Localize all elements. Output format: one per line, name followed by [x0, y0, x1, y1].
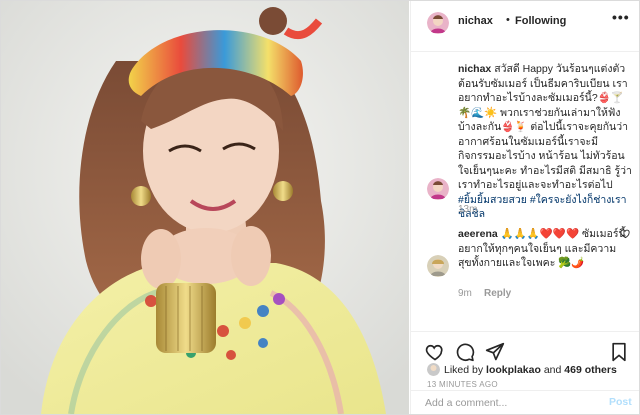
- likes-and: and: [543, 364, 562, 376]
- heart-icon[interactable]: [425, 342, 445, 362]
- comment-time: 9m: [458, 288, 472, 299]
- avatar-image: [427, 363, 440, 376]
- user-avatar[interactable]: [427, 12, 449, 34]
- comment-username[interactable]: aeerena: [458, 228, 498, 240]
- post-timestamp: 13 MINUTES AGO: [427, 380, 498, 389]
- liker-avatar[interactable]: [427, 363, 440, 376]
- caption-avatar[interactable]: [427, 178, 449, 200]
- avatar-image: [427, 255, 449, 277]
- post-header: nichax • Following •••: [411, 1, 639, 52]
- post-photo[interactable]: [1, 1, 409, 414]
- comment-like-heart-icon[interactable]: [620, 228, 631, 239]
- likes-user[interactable]: lookplakao: [486, 364, 541, 376]
- action-bar: [411, 331, 639, 362]
- following-button[interactable]: Following: [515, 15, 566, 27]
- header-username[interactable]: nichax: [458, 15, 493, 27]
- header-separator: •: [506, 14, 510, 26]
- comment-input[interactable]: [425, 395, 595, 411]
- post-button[interactable]: Post: [609, 396, 632, 408]
- share-arrow-icon[interactable]: [485, 342, 505, 362]
- add-comment-bar: Post: [411, 390, 639, 414]
- likes-others[interactable]: 469 others: [564, 364, 617, 376]
- caption-time: 13m: [458, 204, 478, 215]
- more-dots-icon[interactable]: •••: [612, 9, 630, 25]
- caption-text: สวัสดี Happy วันร้อนๆแต่งตัวต้อนรับซัมเม…: [458, 63, 632, 191]
- comment-bubble-icon[interactable]: [455, 342, 475, 362]
- instagram-post-modal: nichax • Following ••• nichax สวัสดี Hap…: [0, 0, 640, 415]
- likes-prefix: Liked by: [444, 364, 484, 376]
- comments-list[interactable]: nichax สวัสดี Happy วันร้อนๆแต่งตัวต้อนร…: [411, 52, 639, 325]
- post-side-panel: nichax • Following ••• nichax สวัสดี Hap…: [410, 1, 639, 414]
- avatar-image: [427, 178, 449, 200]
- comment: aeerena 🙏🙏🙏❤️❤️❤️ ซัมเมอร์นี้อยากให้ทุกๆ…: [458, 227, 628, 271]
- likes-text[interactable]: Liked by lookplakao and 469 others: [444, 364, 617, 376]
- likes-row: Liked by lookplakao and 469 others: [411, 363, 639, 379]
- reply-button[interactable]: Reply: [484, 288, 511, 299]
- photo-illustration: [1, 1, 409, 414]
- caption-username[interactable]: nichax: [458, 63, 491, 75]
- bookmark-icon[interactable]: [609, 342, 629, 362]
- avatar-image: [427, 12, 449, 34]
- caption: nichax สวัสดี Happy วันร้อนๆแต่งตัวต้อนร…: [458, 62, 632, 222]
- caption-hashtags[interactable]: #ยิ้มยิ้มสวยสวย #ใครจะยังไงก็ช่างเราชิลช…: [458, 194, 627, 221]
- comment-avatar[interactable]: [427, 255, 449, 277]
